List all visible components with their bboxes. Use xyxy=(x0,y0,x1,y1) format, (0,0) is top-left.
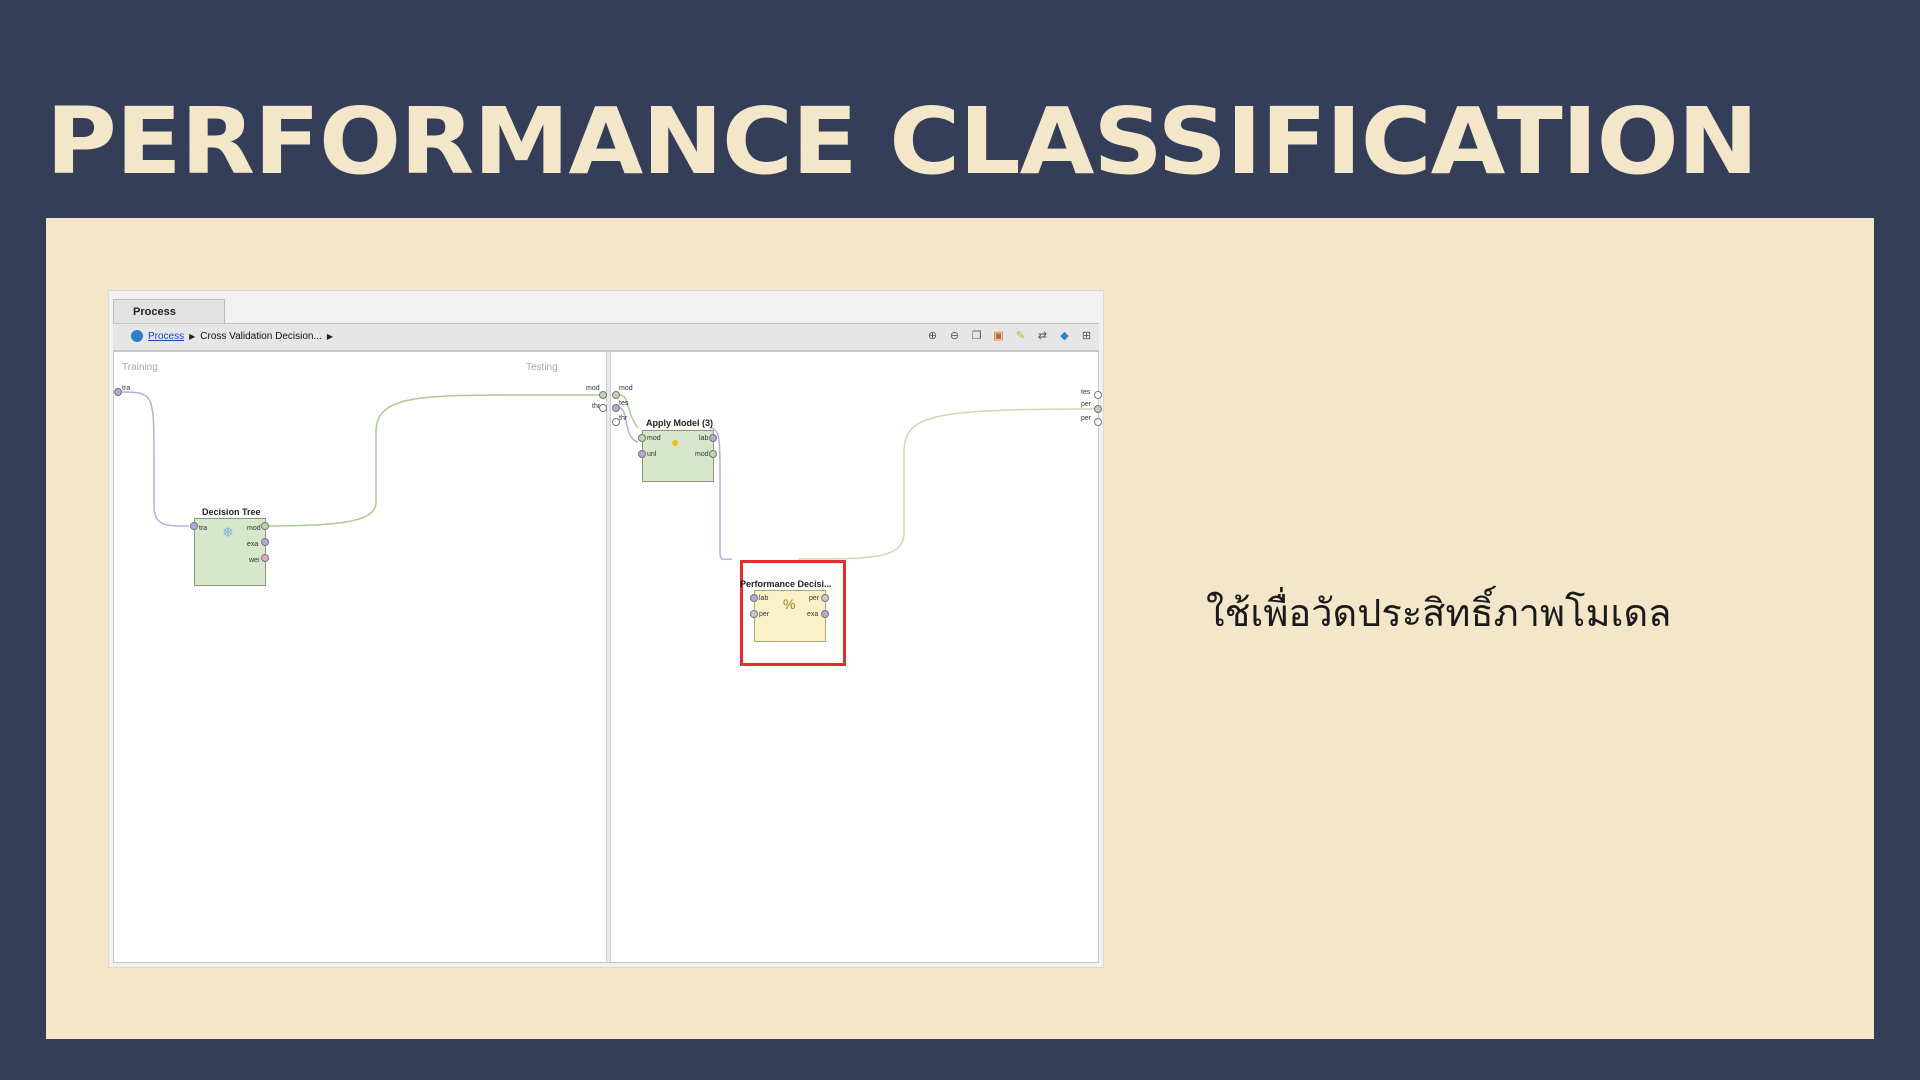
port-label: lab xyxy=(759,595,769,602)
decision-tree-input-port[interactable] xyxy=(190,522,198,530)
fit-icon[interactable]: ⊞ xyxy=(1080,330,1093,343)
process-up-icon[interactable] xyxy=(131,330,143,342)
testing-pane-label: Testing xyxy=(526,362,558,373)
process-canvas[interactable]: Training Testing tra mod thr mod tes thr… xyxy=(113,351,1102,963)
training-pane-label: Training xyxy=(122,362,158,373)
port-label: mod xyxy=(647,435,661,442)
breadcrumb-root-link[interactable]: Process xyxy=(148,331,184,342)
auto-wire-icon[interactable]: ⇄ xyxy=(1036,330,1049,343)
port-label: mod xyxy=(619,385,633,392)
port-label: tra xyxy=(122,385,131,392)
performance-output-port[interactable] xyxy=(821,610,829,618)
decision-tree-output-port[interactable] xyxy=(261,554,269,562)
port-label: unl xyxy=(647,451,657,458)
port-label: lab xyxy=(699,435,709,442)
training-output-port[interactable] xyxy=(599,391,607,399)
subprocess-divider[interactable] xyxy=(606,352,611,962)
port-label: per xyxy=(809,595,820,602)
port-label: tra xyxy=(199,525,208,532)
zoom-out-icon[interactable]: ⊖ xyxy=(948,330,961,343)
process-screenshot: Process Process ▶ Cross Validation Decis… xyxy=(108,290,1104,968)
tab-process[interactable]: Process xyxy=(113,299,225,323)
port-label: per xyxy=(759,611,770,618)
testing-output-port[interactable] xyxy=(1094,405,1102,413)
slide-caption: ใช้เพื่อวัดประสิทธิ์ภาพโมเดล xyxy=(1206,591,1672,635)
decision-tree-output-port[interactable] xyxy=(261,538,269,546)
testing-input-port[interactable] xyxy=(612,391,620,399)
operator-title: Performance Decisi... xyxy=(740,579,832,589)
decision-tree-output-port[interactable] xyxy=(261,522,269,530)
port-label: wei xyxy=(249,557,260,564)
port-label: mod xyxy=(695,451,709,458)
port-label: exa xyxy=(807,611,819,618)
training-output-port[interactable] xyxy=(599,404,607,412)
breadcrumb-current: Cross Validation Decision... xyxy=(200,330,322,342)
apply-model-output-port[interactable] xyxy=(709,450,717,458)
port-label: per xyxy=(1081,401,1092,408)
performance-input-port[interactable] xyxy=(750,610,758,618)
apply-model-output-port[interactable] xyxy=(709,434,717,442)
port-label: tes xyxy=(1081,389,1091,396)
port-label: thr xyxy=(619,415,628,422)
add-note-icon[interactable]: ✎ xyxy=(1014,330,1027,343)
breadcrumb-arrow-icon[interactable]: ▶ xyxy=(327,332,333,341)
decision-tree-operator[interactable]: ❄ tra mod exa wei xyxy=(194,518,266,586)
apply-model-input-port[interactable] xyxy=(638,450,646,458)
breadcrumb-arrow-icon: ▶ xyxy=(189,331,196,341)
breadcrumb: Process ▶ Cross Validation Decision... ▶ xyxy=(131,330,333,342)
tree-icon: ❄ xyxy=(222,524,234,540)
copy-icon[interactable]: ❐ xyxy=(970,330,983,343)
performance-operator[interactable]: % lab per per exa xyxy=(754,590,826,642)
slide-title: PERFORMANCE CLASSIFICATION xyxy=(46,88,1759,195)
apply-model-operator[interactable]: ● mod unl lab mod xyxy=(642,430,714,482)
paste-icon[interactable]: ▣ xyxy=(992,330,1005,343)
performance-icon: % xyxy=(783,596,796,612)
apply-model-input-port[interactable] xyxy=(638,434,646,442)
training-input-port[interactable] xyxy=(114,388,122,396)
port-label: mod xyxy=(247,525,261,532)
testing-output-port[interactable] xyxy=(1094,391,1102,399)
zoom-in-icon[interactable]: ⊕ xyxy=(926,330,939,343)
lightbulb-icon: ● xyxy=(671,434,680,450)
layout-icon[interactable]: ◆ xyxy=(1058,330,1071,343)
process-toolbar: Process ▶ Cross Validation Decision... ▶… xyxy=(113,323,1099,351)
port-label: per xyxy=(1081,415,1092,422)
operator-title: Decision Tree xyxy=(202,507,261,517)
toolbar-icons: ⊕ ⊖ ❐ ▣ ✎ ⇄ ◆ ⊞ xyxy=(926,330,1093,343)
port-label: mod xyxy=(586,385,600,392)
performance-input-port[interactable] xyxy=(750,594,758,602)
performance-output-port[interactable] xyxy=(821,594,829,602)
port-label: exa xyxy=(247,541,259,548)
operator-title: Apply Model (3) xyxy=(646,418,713,428)
port-label: tes xyxy=(619,400,629,407)
testing-output-port[interactable] xyxy=(1094,418,1102,426)
